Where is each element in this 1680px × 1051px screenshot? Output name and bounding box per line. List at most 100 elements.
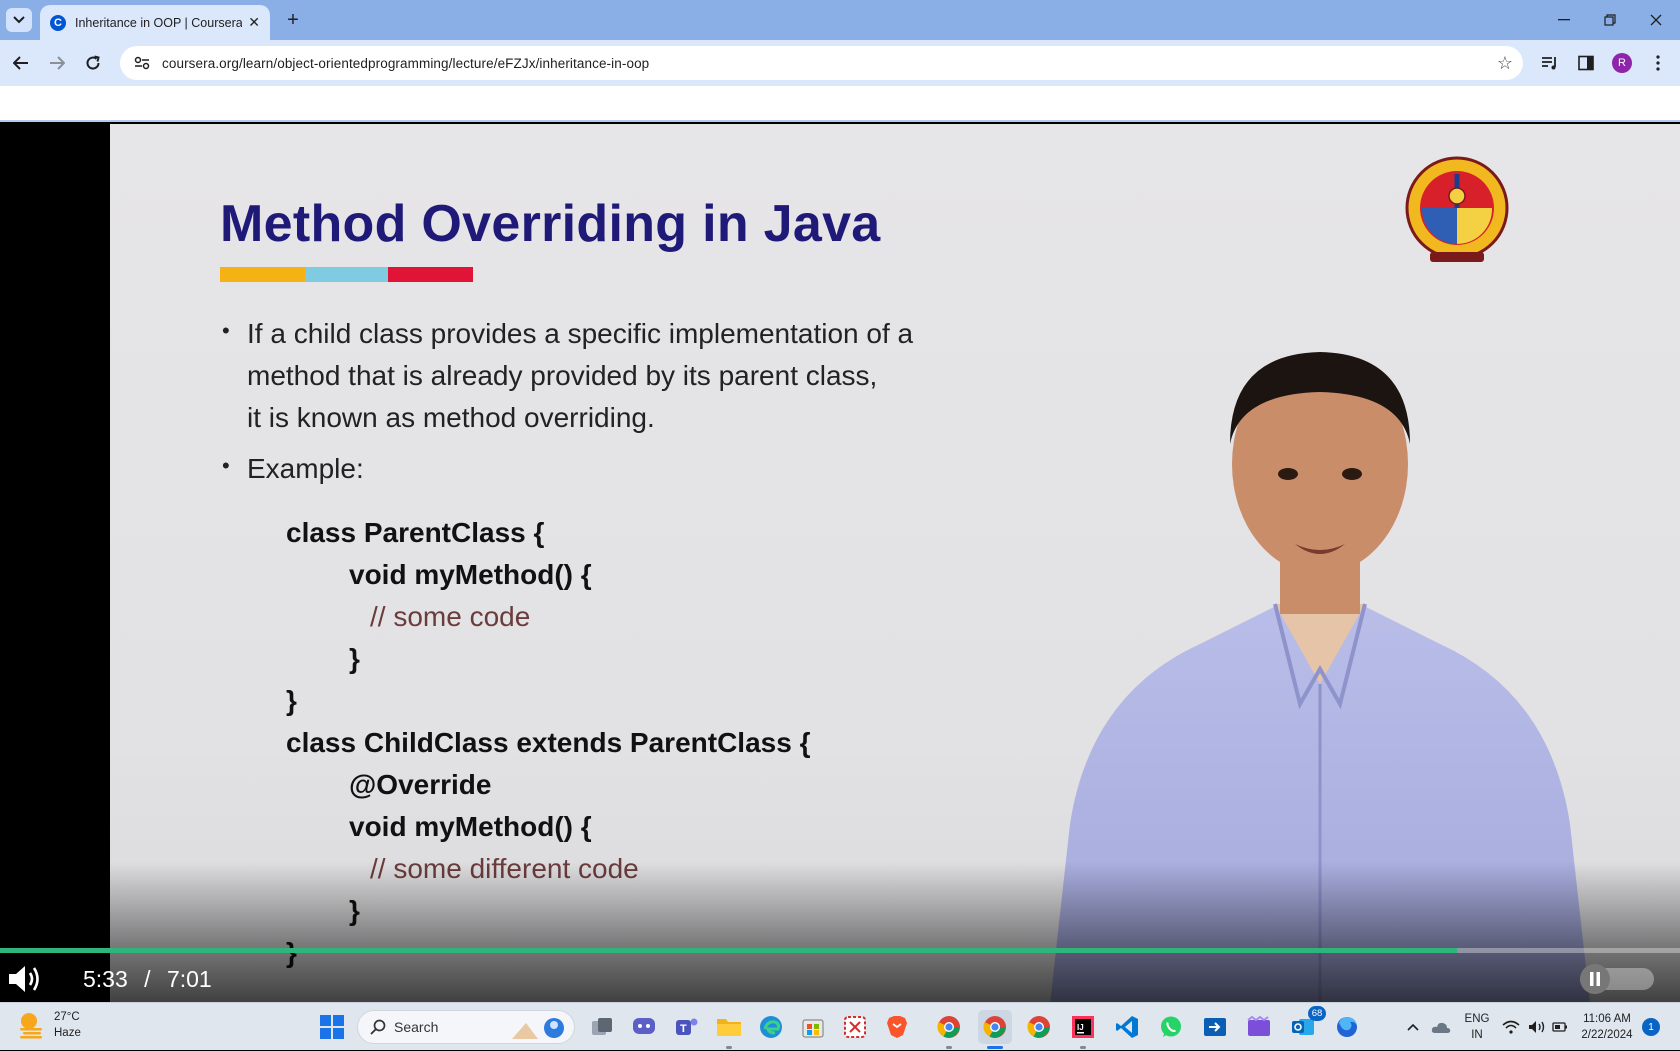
haze-sun-icon — [20, 1013, 42, 1039]
code-line: class ChildClass extends ParentClass { — [286, 727, 811, 758]
vscode-icon[interactable] — [1110, 1010, 1144, 1044]
folder-icon[interactable] — [712, 1010, 746, 1049]
show-hidden-icons[interactable] — [1400, 1003, 1426, 1051]
intellij-icon[interactable]: IJ — [1066, 1010, 1100, 1049]
close-window-button[interactable] — [1633, 0, 1679, 40]
firefox-icon[interactable] — [1330, 1010, 1364, 1044]
search-label: Search — [394, 1019, 439, 1035]
brave-icon[interactable] — [880, 1010, 914, 1044]
chrome-icon[interactable] — [1022, 1010, 1056, 1044]
browser-tab[interactable]: C Inheritance in OOP | Coursera ✕ — [40, 5, 270, 40]
volume-button[interactable] — [6, 962, 42, 996]
restore-icon — [1604, 14, 1616, 26]
close-icon[interactable]: ✕ — [248, 14, 260, 31]
chrome-profile-icon[interactable] — [978, 1010, 1012, 1049]
chevron-down-icon — [13, 16, 25, 24]
progress-bar[interactable] — [0, 948, 1680, 953]
browser-toolbar: coursera.org/learn/object-orientedprogra… — [0, 40, 1680, 86]
search-icon — [370, 1019, 386, 1035]
slide-title: Method Overriding in Java — [220, 195, 881, 253]
notification-badge[interactable]: 1 — [1642, 1018, 1660, 1036]
playlist-icon — [1542, 57, 1556, 70]
video-player[interactable]: Method Overriding in Java • If a child c… — [0, 124, 1680, 1002]
close-icon — [1650, 14, 1662, 26]
arrow-left-icon — [13, 56, 28, 70]
clock-date: 2/22/2024 — [1581, 1029, 1633, 1041]
bookmark-star-icon[interactable]: ☆ — [1497, 53, 1513, 74]
url-text[interactable]: coursera.org/learn/object-orientedprogra… — [162, 56, 649, 71]
coursera-icon: C — [50, 14, 66, 31]
forward-button[interactable] — [44, 50, 70, 76]
weather-temp: 27°C — [54, 1011, 80, 1023]
institute-logo — [1405, 156, 1509, 262]
pause-icon — [1580, 964, 1610, 994]
side-panel-shape — [1578, 55, 1594, 71]
title-bar-yellow — [220, 267, 305, 282]
running-indicator — [946, 1046, 952, 1049]
bullet-line: method that is already provided by its p… — [247, 360, 878, 391]
media-control-icon[interactable] — [1538, 51, 1562, 75]
tab-search-button[interactable] — [6, 8, 32, 32]
reload-button[interactable] — [80, 50, 106, 76]
svg-text:T: T — [680, 1023, 687, 1035]
code-line: @Override — [349, 769, 492, 800]
weather-widget[interactable]: 27°C Haze — [16, 1009, 81, 1041]
time-separator: / — [144, 966, 151, 992]
volume-icon — [9, 966, 39, 992]
code-line: void myMethod() { — [349, 559, 592, 590]
onedrive-icon[interactable] — [1428, 1003, 1454, 1051]
reload-icon — [86, 55, 100, 70]
running-indicator — [1080, 1046, 1086, 1049]
active-indicator — [987, 1046, 1003, 1049]
meet-icon[interactable] — [627, 1010, 661, 1044]
battery-icon[interactable] — [1548, 1003, 1572, 1051]
autoplay-toggle[interactable] — [1580, 964, 1654, 994]
bullet-line: Example: — [247, 453, 364, 484]
duration: 7:01 — [166, 966, 212, 992]
whatsapp-icon[interactable] — [1154, 1010, 1188, 1044]
search-highlight-icon — [512, 1018, 564, 1039]
site-info-icon[interactable] — [132, 53, 152, 73]
teams-icon[interactable]: T — [670, 1010, 704, 1044]
running-indicator — [726, 1046, 732, 1049]
restore-button[interactable] — [1587, 0, 1633, 40]
time-display: 5:33 / 7:01 — [83, 966, 212, 993]
progress-fill — [0, 948, 1457, 953]
tab-title: Inheritance in OOP | Coursera — [75, 15, 243, 30]
clock[interactable]: 11:06 AM 2/22/2024 — [1574, 1003, 1640, 1051]
bullet-dot: • — [222, 453, 230, 478]
taskbar-search[interactable]: Search — [357, 1010, 575, 1044]
code-comment: // some code — [370, 601, 531, 632]
player-controls: 5:33 / 7:01 — [0, 956, 1680, 1002]
clipchamp-icon[interactable] — [1242, 1010, 1276, 1044]
chevron-up-icon — [1407, 1023, 1419, 1031]
code-line: class ParentClass { — [286, 517, 545, 548]
unread-badge: 68 — [1308, 1006, 1326, 1021]
edge-icon[interactable] — [754, 1010, 788, 1044]
more-vert-icon — [1656, 55, 1660, 71]
outlook-icon[interactable]: 68 — [1286, 1006, 1326, 1044]
language-indicator[interactable]: ENG IN — [1456, 1003, 1498, 1051]
profile-avatar[interactable]: R — [1612, 53, 1632, 73]
side-panel-icon[interactable] — [1574, 51, 1598, 75]
store-icon[interactable] — [796, 1010, 830, 1044]
language-line1: ENG — [1464, 1013, 1490, 1025]
minimize-button[interactable] — [1541, 0, 1587, 40]
windows-taskbar: 27°C Haze Search T IJ 68 ENG IN 11:06 AM… — [0, 1002, 1680, 1050]
tune-icon — [134, 56, 150, 70]
address-bar[interactable]: coursera.org/learn/object-orientedprogra… — [120, 46, 1523, 80]
wifi-icon[interactable] — [1498, 1003, 1524, 1051]
menu-icon[interactable] — [1646, 51, 1670, 75]
code-line: } — [286, 685, 297, 716]
page-header-strip — [0, 86, 1680, 122]
chrome-icon[interactable] — [932, 1010, 966, 1049]
back-button[interactable] — [8, 50, 34, 76]
quick-assist-icon[interactable] — [1198, 1010, 1232, 1044]
task-view-icon[interactable] — [585, 1010, 619, 1044]
new-tab-button[interactable]: + — [280, 7, 306, 33]
snipping-tool-icon[interactable] — [838, 1010, 872, 1044]
svg-text:IJ: IJ — [1077, 1023, 1084, 1032]
title-bar-red — [388, 267, 473, 282]
windows-start-icon[interactable] — [315, 1010, 349, 1044]
speaker-icon[interactable] — [1524, 1003, 1550, 1051]
